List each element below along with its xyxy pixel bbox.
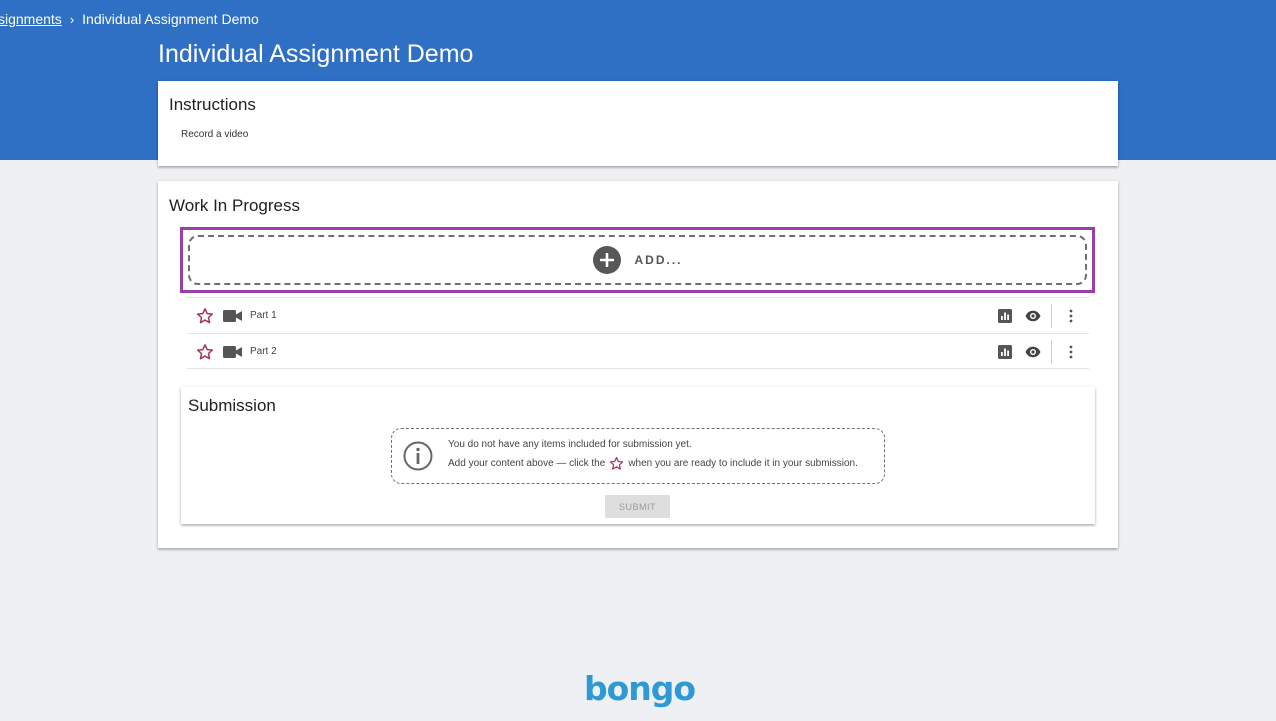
notice-text-after: when you are ready to include it in your… xyxy=(628,458,858,469)
submission-notice: You do not have any items included for s… xyxy=(391,428,885,484)
add-label: ADD... xyxy=(634,253,683,267)
video-camera-icon xyxy=(223,310,242,322)
notice-text-before: Add your content above — click the xyxy=(448,458,606,469)
instructions-title: Instructions xyxy=(169,95,256,114)
divider xyxy=(1051,304,1052,328)
star-icon xyxy=(610,456,624,470)
list-item: Part 2 xyxy=(187,333,1089,369)
plus-icon xyxy=(592,246,621,274)
breadcrumb-assignments-link[interactable]: signments xyxy=(0,11,62,27)
add-content-button[interactable]: ADD... xyxy=(188,235,1087,285)
breadcrumb-separator: › xyxy=(69,11,75,27)
submission-title: Submission xyxy=(188,396,276,415)
eye-icon[interactable] xyxy=(1025,309,1041,323)
divider xyxy=(1051,340,1052,364)
instructions-card: Instructions Record a video xyxy=(158,81,1118,166)
page-title: Individual Assignment Demo xyxy=(158,40,474,68)
more-options-icon[interactable] xyxy=(1066,344,1076,360)
star-icon[interactable] xyxy=(196,307,214,325)
video-camera-icon xyxy=(223,346,242,358)
analytics-icon[interactable] xyxy=(998,345,1012,359)
more-options-icon[interactable] xyxy=(1066,308,1076,324)
submit-button[interactable]: SUBMIT xyxy=(605,495,670,518)
item-label[interactable]: Part 2 xyxy=(250,346,277,357)
star-icon[interactable] xyxy=(196,343,214,361)
info-icon xyxy=(403,441,433,471)
analytics-icon[interactable] xyxy=(998,309,1012,323)
notice-line-2: Add your content above — click the when … xyxy=(448,456,858,471)
bongo-logo: bongo xyxy=(584,669,696,708)
breadcrumb: signments › Individual Assignment Demo xyxy=(0,11,259,27)
work-in-progress-title: Work In Progress xyxy=(169,196,301,215)
submission-card: Submission You do not have any items inc… xyxy=(181,387,1095,524)
list-item: Part 1 xyxy=(187,297,1089,333)
eye-icon[interactable] xyxy=(1025,345,1041,359)
work-in-progress-card: Work In Progress ADD... Part 1 Part 2 Su… xyxy=(158,181,1118,548)
breadcrumb-current: Individual Assignment Demo xyxy=(82,11,259,27)
item-label[interactable]: Part 1 xyxy=(250,310,277,321)
instructions-text: Record a video xyxy=(181,129,249,140)
notice-line-1: You do not have any items included for s… xyxy=(448,439,692,450)
add-highlight-frame: ADD... xyxy=(180,227,1095,293)
